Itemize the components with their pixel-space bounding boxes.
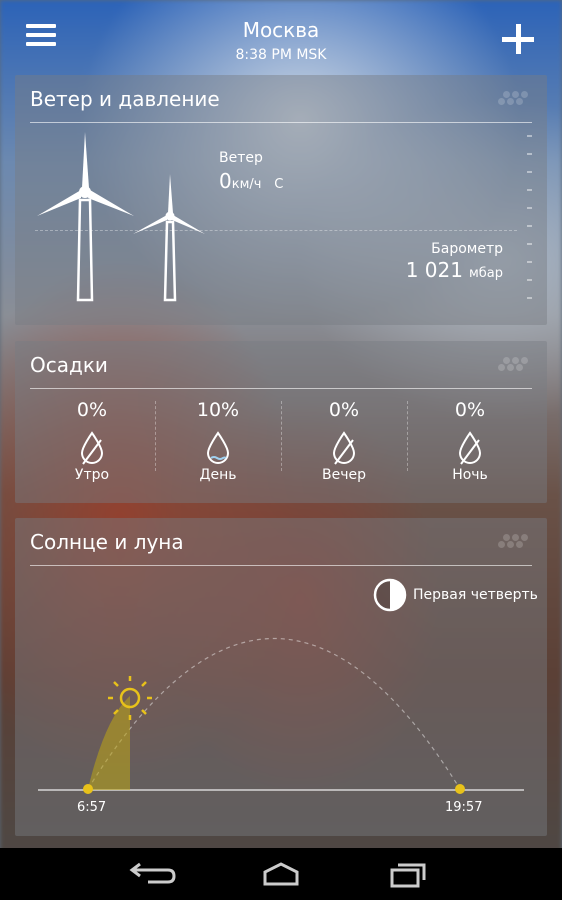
sun-moon-card[interactable]: Солнце и луна Первая четверть 6:57 19:57 bbox=[15, 518, 547, 836]
period-label: День bbox=[199, 467, 237, 483]
precip-percent: 10% bbox=[196, 399, 240, 421]
recent-apps-icon[interactable] bbox=[380, 858, 436, 890]
back-icon[interactable] bbox=[120, 858, 176, 890]
barometer-unit: мбар bbox=[468, 266, 503, 281]
card-title: Осадки bbox=[30, 353, 108, 377]
no-rain-drop-icon bbox=[80, 431, 104, 465]
sunrise-dot bbox=[83, 784, 93, 794]
precipitation-card[interactable]: Осадки 0% Утро 10% День 0% Вечер 0% Ночь bbox=[15, 341, 547, 503]
navigation-bar bbox=[0, 848, 562, 900]
sunset-time: 19:57 bbox=[445, 800, 483, 815]
divider bbox=[30, 388, 532, 389]
wind-pressure-card[interactable]: Ветер и давление Ветер 0км/ч С Барометр … bbox=[15, 75, 547, 325]
city-name: Москва bbox=[242, 18, 320, 42]
precip-percent: 0% bbox=[76, 399, 108, 421]
wind-speed-value: 0 bbox=[219, 169, 232, 193]
precip-period-morning: 0% Утро bbox=[29, 399, 155, 483]
top-bar: Москва 8:38 PM MSK bbox=[0, 0, 562, 70]
divider bbox=[30, 122, 532, 123]
wind-direction: С bbox=[274, 177, 284, 192]
sunset-dot bbox=[455, 784, 465, 794]
barometer-reading: 1 021 мбар bbox=[406, 258, 503, 282]
precip-period-evening: 0% Вечер bbox=[281, 399, 407, 483]
precip-period-night: 0% Ночь bbox=[407, 399, 533, 483]
sun-path-graph bbox=[38, 638, 524, 794]
barometer-label: Барометр bbox=[431, 241, 503, 257]
no-rain-drop-icon bbox=[332, 431, 356, 465]
period-label: Вечер bbox=[322, 467, 366, 483]
wind-speed: 0км/ч С bbox=[219, 169, 283, 193]
precip-percent: 0% bbox=[454, 399, 486, 421]
wind-label: Ветер bbox=[219, 150, 263, 166]
dots-icon bbox=[498, 90, 532, 106]
sunrise-time: 6:57 bbox=[77, 800, 107, 815]
precip-period-day: 10% День bbox=[155, 399, 281, 483]
period-label: Утро bbox=[74, 467, 110, 483]
period-label: Ночь bbox=[452, 467, 488, 483]
card-title: Ветер и давление bbox=[30, 87, 220, 111]
pressure-scale bbox=[527, 135, 533, 305]
rain-drop-icon bbox=[206, 431, 230, 464]
dots-icon bbox=[498, 356, 532, 372]
home-icon[interactable] bbox=[253, 858, 309, 890]
precip-percent: 0% bbox=[328, 399, 360, 421]
barometer-value: 1 021 bbox=[405, 258, 463, 282]
plus-icon[interactable] bbox=[502, 24, 536, 58]
local-time: 8:38 PM MSK bbox=[235, 47, 327, 63]
no-rain-drop-icon bbox=[458, 431, 482, 465]
wind-turbine-icon bbox=[37, 132, 205, 302]
wind-unit: км/ч bbox=[231, 177, 262, 192]
